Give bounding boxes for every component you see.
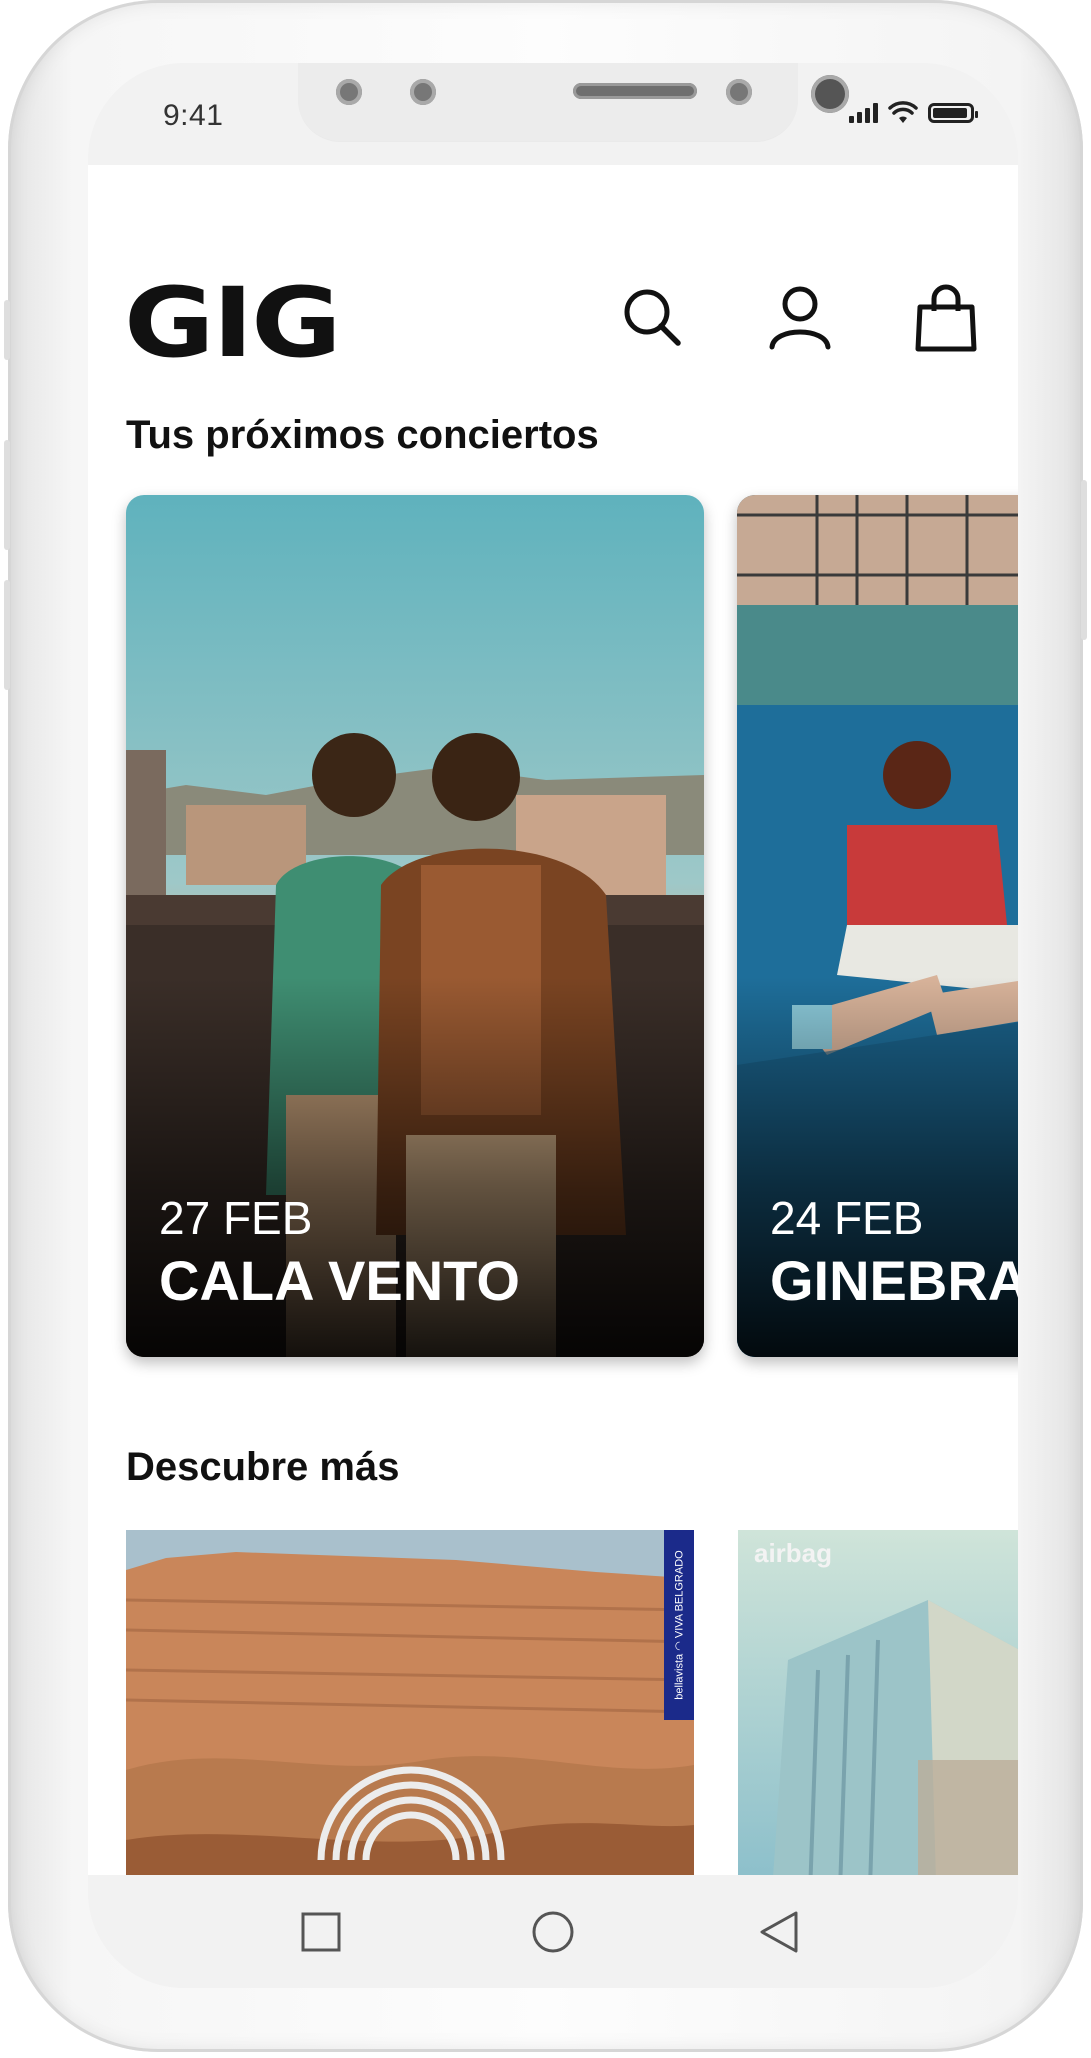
upcoming-title: Tus próximos conciertos — [126, 413, 599, 457]
airbag-label: airbag — [754, 1538, 833, 1568]
band-tag-text: bellavista ◠ VIVA BELGRADO — [673, 1550, 686, 1700]
user-icon[interactable] — [764, 281, 836, 353]
wifi-icon — [888, 101, 918, 123]
signal-icon — [849, 103, 878, 123]
concert-date: 27 FEB — [159, 1192, 313, 1244]
volume-up-button — [4, 440, 10, 550]
band-tag: bellavista ◠ VIVA BELGRADO — [664, 1530, 694, 1720]
square-icon[interactable] — [301, 1912, 341, 1952]
circle-icon[interactable] — [531, 1910, 575, 1954]
concert-name: CALA VENTO — [159, 1249, 520, 1312]
notch — [298, 63, 849, 141]
mute-switch — [4, 300, 10, 360]
sensor-icon — [336, 79, 362, 105]
sensor-icon — [410, 79, 436, 105]
front-camera-icon — [811, 75, 849, 113]
search-icon[interactable] — [616, 281, 688, 353]
sensor-icon — [726, 79, 752, 105]
discover-card[interactable]: bellavista ◠ VIVA BELGRADO — [126, 1530, 694, 1875]
volume-down-button — [4, 580, 10, 690]
discover-title: Descubre más — [126, 1445, 400, 1489]
concert-card[interactable]: 24 FEB GINEBRAS — [737, 495, 1018, 1357]
app-content: GIG Tus próximos conciertos 27 FEB CALA … — [88, 165, 1018, 1875]
app-logo[interactable]: GIG — [124, 275, 342, 371]
system-navbar — [88, 1875, 1018, 1988]
discover-card[interactable]: airbag — [738, 1530, 1018, 1875]
status-time: 9:41 — [163, 99, 224, 132]
status-icons — [849, 101, 978, 125]
shopping-bag-icon[interactable] — [910, 281, 982, 353]
phone-frame: 9:41 GIG Tus próximos conciertos 27 FEB … — [4, 0, 1087, 2052]
concert-card[interactable]: 27 FEB CALA VENTO — [126, 495, 704, 1357]
screen: 9:41 GIG Tus próximos conciertos 27 FEB … — [88, 63, 1018, 1988]
discover-image — [126, 1530, 694, 1875]
concert-date: 24 FEB — [770, 1192, 924, 1244]
battery-icon — [928, 103, 978, 123]
power-button — [1081, 480, 1087, 640]
discover-image — [738, 1530, 1018, 1875]
back-triangle-icon[interactable] — [758, 1910, 800, 1954]
concert-name: GINEBRAS — [770, 1249, 1018, 1312]
speaker-grill — [573, 83, 697, 99]
